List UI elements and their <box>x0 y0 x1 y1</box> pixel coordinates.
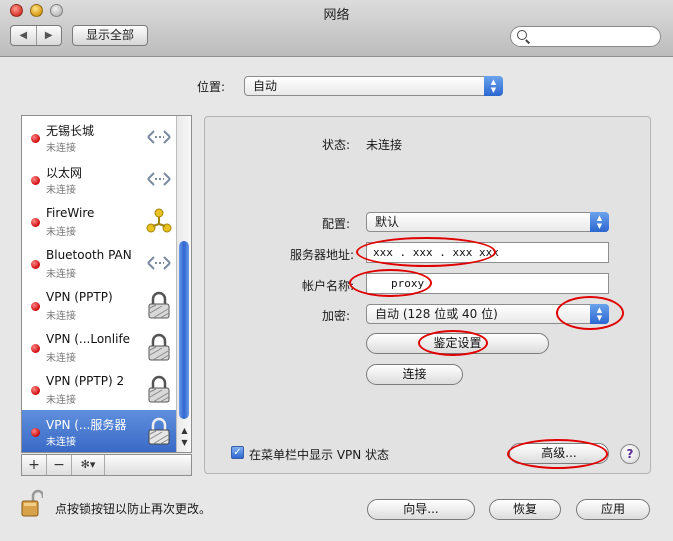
ethernet-arrows-icon <box>147 172 171 186</box>
service-status: 未连接 <box>46 395 76 406</box>
authentication-settings-button[interactable]: 鉴定设置 <box>366 333 549 354</box>
assist-me-button[interactable]: 向导... <box>367 499 475 520</box>
scroll-down-arrow-icon[interactable]: ▼ <box>177 438 191 450</box>
status-red-dot-icon <box>31 260 40 269</box>
advanced-button[interactable]: 高级... <box>509 443 609 464</box>
service-status: 未连接 <box>46 353 76 364</box>
service-name: FireWire <box>46 206 95 220</box>
vpn-lock-icon <box>148 417 170 445</box>
list-item[interactable]: VPN (...Lonlife 未连接 <box>22 326 178 368</box>
service-status: 未连接 <box>46 269 76 280</box>
lock-hint-text: 点按锁按钮以防止再次更改。 <box>55 502 212 516</box>
location-label: 位置: <box>197 80 226 94</box>
list-item-selected[interactable]: VPN (...服务器 未连接 <box>22 410 178 452</box>
connect-button[interactable]: 连接 <box>366 364 463 385</box>
status-red-dot-icon <box>31 344 40 353</box>
config-label: 配置: <box>321 217 350 231</box>
status-red-dot-icon <box>31 302 40 311</box>
window-title: 网络 <box>323 8 350 23</box>
gear-icon[interactable]: ✻▾ <box>72 455 105 475</box>
status-label: 状态: <box>321 138 350 152</box>
firewire-icon <box>146 208 172 233</box>
service-name: 以太网 <box>46 166 83 180</box>
status-value: 未连接 <box>366 138 403 152</box>
list-scrollbar[interactable]: ▲ ▼ <box>176 116 191 452</box>
service-name: VPN (PPTP) 2 <box>46 374 125 388</box>
popup-arrows-icon: ▲ ▼ <box>484 76 503 96</box>
vpn-lock-icon <box>148 333 170 361</box>
popup-arrows-icon: ▲ ▼ <box>590 304 609 324</box>
lock-icon[interactable] <box>21 488 43 518</box>
vpn-detail-panel <box>204 116 651 474</box>
server-address-label: 服务器地址: <box>289 248 354 262</box>
service-name: Bluetooth PAN <box>46 248 132 262</box>
forward-button[interactable]: ▶ <box>35 26 62 45</box>
add-service-button[interactable]: + <box>22 455 47 475</box>
show-all-button[interactable]: 显示全部 <box>72 25 148 46</box>
vpn-lock-icon <box>148 291 170 319</box>
list-item[interactable]: FireWire 未连接 <box>22 200 178 242</box>
service-list: 无锡长城 未连接 以太网 未连接 FireWire 未连接 Bluetooth … <box>21 115 192 453</box>
location-popup[interactable]: 自动 ▲ ▼ <box>244 76 503 96</box>
apply-button[interactable]: 应用 <box>576 499 650 520</box>
service-name: VPN (...Lonlife <box>46 332 131 346</box>
list-item[interactable]: VPN (PPTP) 2 未连接 <box>22 368 178 410</box>
service-name: VPN (...服务器 <box>46 418 127 432</box>
encryption-popup[interactable]: 自动 (128 位或 40 位) ▲ ▼ <box>366 304 609 324</box>
status-red-dot-icon <box>31 218 40 227</box>
account-name-field[interactable]: proxy <box>366 273 609 294</box>
server-address-field[interactable]: xxx . xxx . xxx xxx <box>366 242 609 263</box>
show-vpn-status-checkbox[interactable]: ✓ <box>231 446 244 459</box>
show-vpn-status-label: 在菜单栏中显示 VPN 状态 <box>249 448 390 462</box>
service-name: VPN (PPTP) <box>46 290 113 304</box>
ethernet-arrows-icon <box>147 256 171 270</box>
list-item[interactable]: VPN (PPTP) 未连接 <box>22 284 178 326</box>
location-value: 自动 <box>253 79 278 93</box>
service-status: 未连接 <box>46 227 76 238</box>
list-controls: + − ✻▾ <box>21 454 192 476</box>
revert-button[interactable]: 恢复 <box>489 499 561 520</box>
status-red-dot-icon <box>31 428 40 437</box>
network-preferences-window: 网络 ◀ ▶ 显示全部 位置: 自动 ▲ ▼ 无锡长城 未连接 以太网 未连接 … <box>0 0 673 541</box>
service-status: 未连接 <box>46 185 76 196</box>
vpn-lock-icon <box>148 375 170 403</box>
titlebar: 网络 ◀ ▶ 显示全部 <box>0 0 673 57</box>
search-field[interactable] <box>510 26 661 47</box>
config-value: 默认 <box>375 215 400 229</box>
scroll-up-arrow-icon[interactable]: ▲ <box>177 426 191 438</box>
scrollbar-thumb[interactable] <box>179 241 189 419</box>
encryption-value: 自动 (128 位或 40 位) <box>375 307 498 321</box>
status-red-dot-icon <box>31 386 40 395</box>
list-item[interactable]: 无锡长城 未连接 <box>22 116 178 158</box>
status-red-dot-icon <box>31 176 40 185</box>
nav-back-forward: ◀ ▶ <box>10 25 62 46</box>
ethernet-arrows-icon <box>147 130 171 144</box>
encryption-label: 加密: <box>321 309 350 323</box>
remove-service-button[interactable]: − <box>47 455 72 475</box>
popup-arrows-icon: ▲ ▼ <box>590 212 609 232</box>
list-item[interactable]: 以太网 未连接 <box>22 158 178 200</box>
back-button[interactable]: ◀ <box>11 26 36 45</box>
service-name: 无锡长城 <box>46 124 95 138</box>
service-status: 未连接 <box>46 143 76 154</box>
service-status: 未连接 <box>46 311 76 322</box>
search-icon <box>517 30 527 40</box>
status-red-dot-icon <box>31 134 40 143</box>
account-name-label: 帐户名称: <box>301 279 354 293</box>
help-button[interactable]: ? <box>620 444 640 464</box>
list-item[interactable]: Bluetooth PAN 未连接 <box>22 242 178 284</box>
service-status: 未连接 <box>46 437 76 448</box>
config-popup[interactable]: 默认 ▲ ▼ <box>366 212 609 232</box>
